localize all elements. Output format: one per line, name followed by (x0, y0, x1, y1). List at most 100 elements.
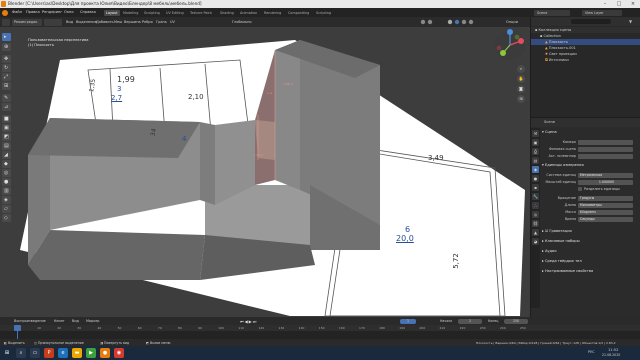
menu-window[interactable]: Окно (64, 10, 74, 14)
navigation-gizmo[interactable] (493, 28, 527, 62)
clock-time[interactable]: 11:52 (608, 348, 618, 352)
physics-tab-icon[interactable]: ◎ (532, 211, 539, 218)
view-layer-tab-icon[interactable]: ▤ (532, 157, 539, 164)
rotation-select[interactable]: Вращение Градусы (542, 195, 638, 201)
particles-tab-icon[interactable]: ∴ (532, 202, 539, 209)
frame-ruler[interactable]: 1102030405060708090100110120130140150160… (0, 325, 640, 331)
playback-controls[interactable]: ⏮◀▶⏭ (240, 319, 257, 324)
folder-icon[interactable]: ▬ (72, 348, 82, 358)
modifier-tab-icon[interactable]: 🔧 (532, 193, 539, 200)
material-tab-icon[interactable]: ◕ (532, 238, 539, 245)
move-tool[interactable]: ✥ (2, 55, 11, 63)
editor-type-icon[interactable] (2, 18, 10, 26)
menu-marker[interactable]: Маркер (86, 319, 99, 323)
menu-render[interactable]: Рендеринг (42, 10, 62, 14)
checkbox[interactable] (578, 187, 582, 191)
menu-vertex[interactable]: Вершина (124, 20, 141, 24)
knife-tool[interactable]: ◢ (2, 151, 11, 159)
app-icon[interactable]: P (44, 348, 54, 358)
extrude-tool[interactable]: ■ (2, 115, 11, 123)
menu-add[interactable]: Добавить (96, 20, 114, 24)
outliner-search-input[interactable] (571, 19, 611, 24)
rip-tool[interactable]: ◇ (2, 214, 11, 222)
render-tab-icon[interactable]: ▣ (532, 139, 539, 146)
section-gravity[interactable]: ▸ ☑ Гравитация (542, 228, 638, 235)
clock-date[interactable]: 21.08.2020 (602, 353, 620, 357)
input-language[interactable]: РУС (588, 350, 594, 354)
task-view-icon[interactable]: ▭ (30, 348, 40, 358)
menu-uv[interactable]: UV (170, 20, 175, 24)
scene-selector[interactable]: Scene (534, 9, 570, 16)
maximize-icon[interactable]: □ (612, 0, 626, 8)
rotate-tool[interactable]: ↻ (2, 64, 11, 72)
tab-texture-paint[interactable]: Texture Paint (188, 10, 214, 16)
menu-keying[interactable]: Кеинг (54, 319, 65, 323)
menu-edge[interactable]: Ребро (142, 20, 153, 24)
menu-help[interactable]: Справка (80, 10, 96, 14)
shrink-tool[interactable]: ◈ (2, 196, 11, 204)
recorder-icon[interactable]: ◉ (114, 348, 124, 358)
minimize-icon[interactable]: – (598, 0, 612, 8)
tab-animation[interactable]: Animation (238, 10, 259, 16)
unit-system-select[interactable]: Система единиц Метрическая (542, 172, 638, 178)
constraints-tab-icon[interactable]: ⛓ (532, 220, 539, 227)
tab-uv-editing[interactable]: UV Editing (164, 10, 186, 16)
start-menu-icon[interactable]: ⊞ (2, 348, 12, 358)
menu-edit[interactable]: Правка (26, 10, 40, 14)
options-menu[interactable]: Опции (506, 20, 518, 24)
filter-icon[interactable]: ▼ (629, 19, 632, 24)
loop-cut-tool[interactable]: ▤ (2, 142, 11, 150)
current-frame-field[interactable]: 1 (400, 318, 416, 324)
active-clip-field[interactable]: Акт. экземпляр (542, 153, 638, 159)
data-tab-icon[interactable]: ▲ (532, 229, 539, 236)
edge-slide-tool[interactable]: ▥ (2, 187, 11, 195)
mass-select[interactable]: Масса Kilograms (542, 209, 638, 215)
blender-app-icon[interactable]: ● (100, 348, 110, 358)
tab-sculpting[interactable]: Sculpting (142, 10, 162, 16)
tab-layout[interactable]: Layout (104, 9, 120, 16)
poly-build-tool[interactable]: ◆ (2, 160, 11, 168)
section-rigid-body[interactable]: ▸ Среда твёрдых тел (542, 258, 638, 265)
mode-selector[interactable]: Режим редак. (12, 18, 42, 26)
section-units[interactable]: ▾ Единицы измерения (542, 162, 638, 169)
start-frame-field[interactable]: 1 (458, 318, 482, 324)
menu-mesh[interactable]: Меш (114, 20, 122, 24)
select-box-tool[interactable]: ▸ (2, 33, 11, 41)
scale-tool[interactable]: ⤢ (2, 73, 11, 81)
camera-view-icon[interactable]: ◙ (517, 85, 525, 93)
blender-menu-icon[interactable] (2, 9, 8, 16)
ortho-toggle-icon[interactable]: ⊞ (517, 95, 525, 103)
end-frame-field[interactable]: 250 (504, 318, 528, 324)
world-tab-icon[interactable]: ● (532, 175, 539, 182)
menu-face[interactable]: Грань (156, 20, 167, 24)
shear-tool[interactable]: ▱ (2, 205, 11, 213)
measure-tool[interactable]: ⊿ (2, 103, 11, 111)
section-custom-properties[interactable]: ▸ Настраиваемые свойства (542, 268, 638, 275)
tab-compositing[interactable]: Compositing (286, 10, 311, 16)
menu-view[interactable]: Вид (66, 20, 73, 24)
section-keying-sets[interactable]: ▸ Ключевые наборы (542, 238, 638, 245)
transform-orientation[interactable]: Глобально (232, 20, 252, 24)
cursor-tool[interactable]: ⊕ (2, 43, 11, 51)
3d-viewport[interactable]: 1,99 3 2,7 2,10 4 3,49 6 20,0 5,72 1,35 … (0, 27, 530, 317)
object-tab-icon[interactable]: ▪ (532, 184, 539, 191)
time-select[interactable]: Время Секунды (542, 216, 638, 222)
section-scene[interactable]: ▾ Сцена (542, 129, 638, 136)
outliner-item-sources[interactable]: ◘ Источники (531, 57, 640, 63)
bevel-tool[interactable]: ◩ (2, 133, 11, 141)
close-icon[interactable]: × (626, 0, 640, 8)
tab-shading[interactable]: Shading (218, 10, 236, 16)
tab-scripting[interactable]: Scripting (314, 10, 333, 16)
smooth-tool[interactable]: ● (2, 178, 11, 186)
tab-rendering[interactable]: Rendering (262, 10, 283, 16)
annotate-tool[interactable]: ✎ (2, 94, 11, 102)
menu-select[interactable]: Выделение (76, 20, 97, 24)
spin-tool[interactable]: ◎ (2, 169, 11, 177)
view-layer-selector[interactable]: View Layer (582, 9, 622, 16)
inset-tool[interactable]: ▣ (2, 124, 11, 132)
search-icon[interactable]: ⌕ (16, 348, 26, 358)
timeline-area[interactable]: 1102030405060708090100110120130140150160… (0, 325, 640, 339)
zoom-icon[interactable]: ⌕ (517, 65, 525, 73)
length-select[interactable]: Длина Миллиметры (542, 202, 638, 208)
menu-playback[interactable]: Воспроизведение (14, 319, 46, 323)
